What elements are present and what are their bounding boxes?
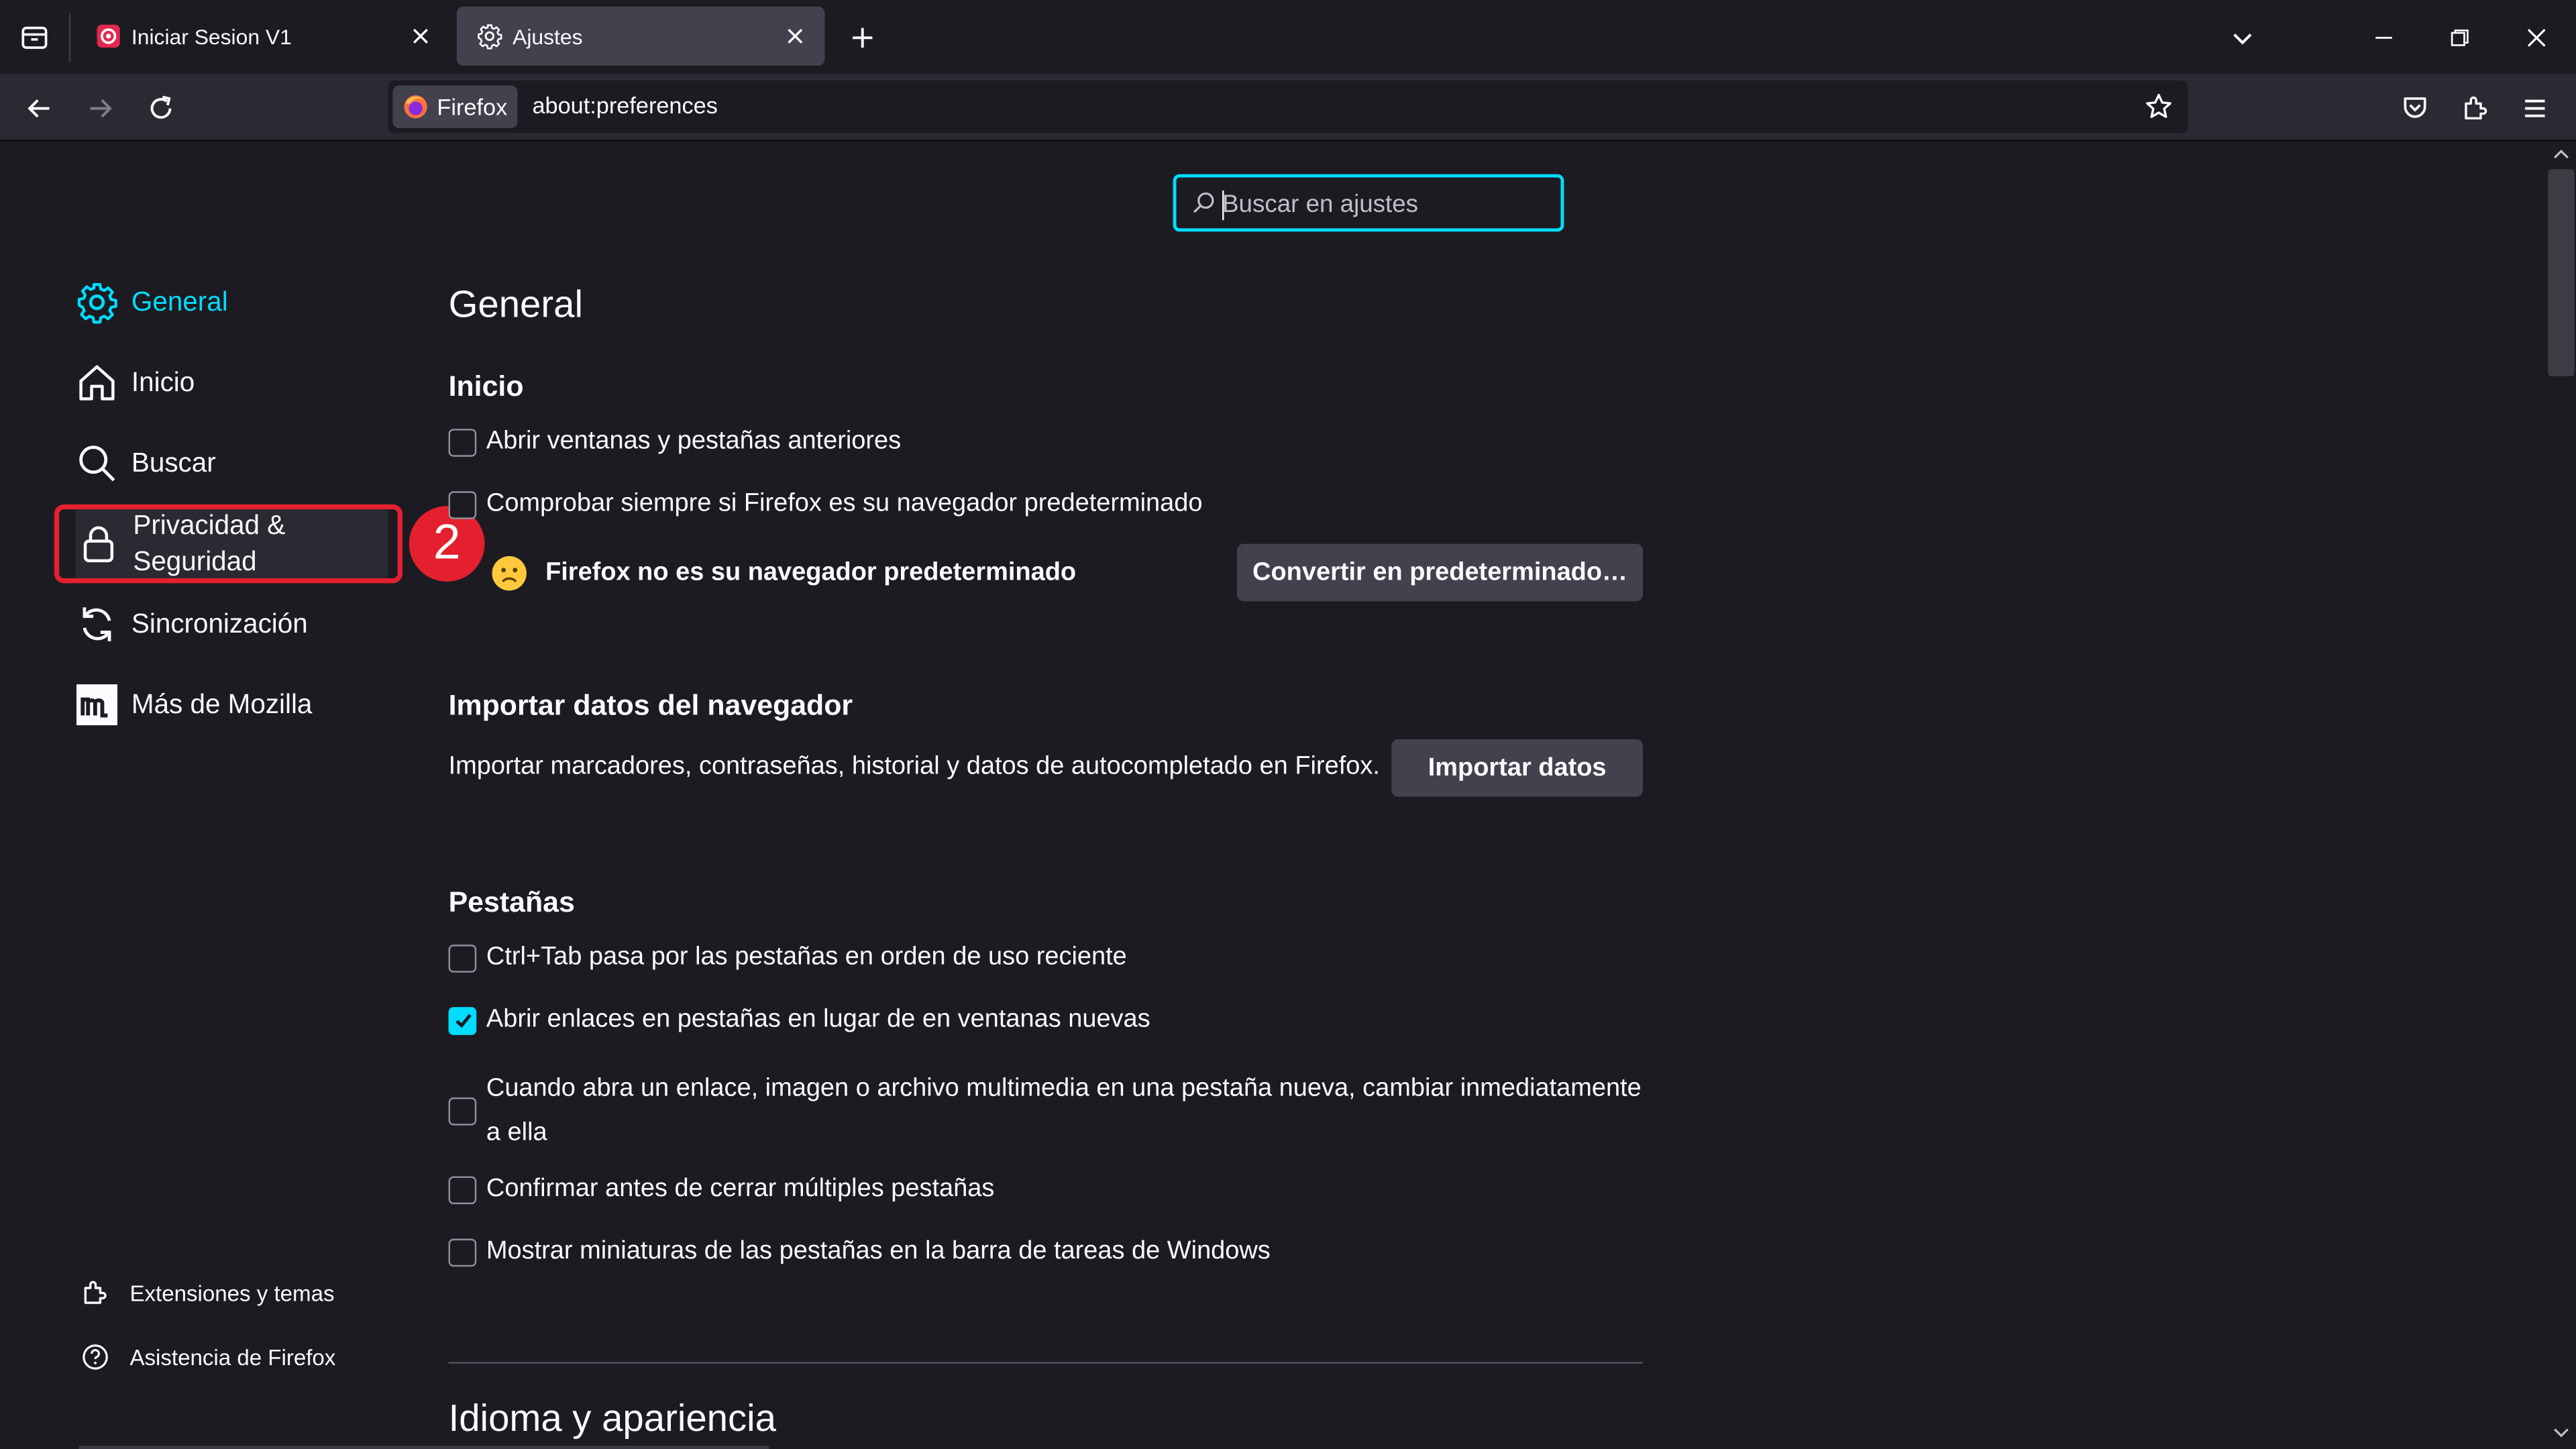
pocket-icon[interactable] <box>2390 84 2439 133</box>
option-label: Abrir ventanas y pestañas anteriores <box>486 427 902 455</box>
close-tab-icon[interactable] <box>782 23 808 49</box>
restore-session-checkbox[interactable] <box>448 427 477 456</box>
close-tab-icon[interactable] <box>407 23 433 49</box>
not-default-notice: Firefox no es su navegador predeterminad… <box>490 553 1076 593</box>
gear-icon <box>76 281 119 324</box>
firefox-logo-icon <box>404 95 427 119</box>
browser-window: Iniciar Sesion V1 Ajustes Firefox about:… <box>0 0 2576 1449</box>
site-favicon-icon <box>95 23 121 49</box>
search-input[interactable] <box>1222 187 1551 221</box>
bookmark-star-icon[interactable] <box>2139 87 2179 127</box>
import-data-button[interactable]: Importar datos <box>1391 739 1643 797</box>
check-default-option[interactable]: Comprobar siempre si Firefox es su naveg… <box>448 489 1203 519</box>
search-icon <box>76 442 119 485</box>
gear-icon <box>476 23 502 50</box>
identity-label: Firefox <box>437 93 508 120</box>
tab-label: Iniciar Sesion V1 <box>131 23 292 49</box>
list-all-tabs-chevron-down-icon[interactable] <box>2221 16 2264 59</box>
scroll-down-arrow-icon[interactable] <box>2553 1426 2569 1440</box>
page-title: General <box>448 282 583 325</box>
tab-ajustes[interactable]: Ajustes <box>456 6 825 66</box>
open-links-in-tabs-option[interactable]: Abrir enlaces en pestañas en lugar de en… <box>448 1005 1150 1035</box>
section-heading-tabs: Pestañas <box>448 885 575 918</box>
firefox-support-link[interactable]: Asistencia de Firefox <box>79 1337 336 1377</box>
switch-to-new-tab-checkbox[interactable] <box>448 1096 477 1125</box>
scroll-up-arrow-icon[interactable] <box>2553 148 2569 161</box>
set-default-button[interactable]: Convertir en predeterminado… <box>1237 543 1643 602</box>
section-heading-import: Importar datos del navegador <box>448 688 853 722</box>
tab-strip: Iniciar Sesion V1 Ajustes <box>0 0 2576 74</box>
checkmark-icon <box>454 1014 471 1028</box>
hamburger-menu-icon[interactable] <box>2510 84 2559 133</box>
footer-link-label: Asistencia de Firefox <box>129 1344 336 1370</box>
category-label: Más de Mozilla <box>131 689 313 719</box>
section-heading-language: Idioma y apariencia <box>448 1396 777 1440</box>
minimize-window-icon[interactable] <box>2363 16 2406 59</box>
reload-icon[interactable] <box>136 84 185 133</box>
annotation-highlight-box <box>54 504 403 584</box>
text-caret <box>1222 191 1224 221</box>
category-label: General <box>131 286 228 317</box>
check-default-checkbox[interactable] <box>448 490 477 519</box>
tab-separator <box>68 13 71 63</box>
sidebar-bottom-border <box>78 1446 769 1449</box>
confirm-close-tabs-checkbox[interactable] <box>448 1175 477 1203</box>
sad-face-icon <box>490 553 529 593</box>
option-label: Ctrl+Tab pasa por las pestañas en orden … <box>486 943 1127 971</box>
tab-label: Ajustes <box>513 23 583 49</box>
switch-to-new-tab-option[interactable]: Cuando abra un enlace, imagen o archivo … <box>448 1066 1643 1155</box>
option-label: Abrir enlaces en pestañas en lugar de en… <box>486 1005 1150 1034</box>
scrollbar-thumb[interactable] <box>2548 169 2575 376</box>
identity-box[interactable]: Firefox <box>392 85 518 129</box>
mozilla-logo-icon <box>76 684 119 727</box>
category-inicio[interactable]: Inicio <box>76 354 195 413</box>
ctrl-tab-checkbox[interactable] <box>448 943 477 972</box>
category-sincronizacion[interactable]: Sincronización <box>76 595 308 654</box>
extensions-themes-link[interactable]: Extensiones y temas <box>79 1273 335 1313</box>
category-label: Buscar <box>131 447 216 478</box>
category-mas-de-mozilla[interactable]: Más de Mozilla <box>76 676 313 735</box>
help-question-icon <box>79 1340 112 1373</box>
search-icon <box>1193 192 1214 213</box>
section-divider <box>448 1362 1644 1364</box>
close-window-icon[interactable] <box>2515 16 2558 59</box>
home-icon <box>76 362 119 405</box>
restore-session-option[interactable]: Abrir ventanas y pestañas anteriores <box>448 427 902 457</box>
settings-search-box[interactable] <box>1173 174 1564 232</box>
extensions-puzzle-icon[interactable] <box>2451 84 2500 133</box>
category-general[interactable]: General <box>76 273 228 332</box>
category-label: Sincronización <box>131 608 308 639</box>
url-bar[interactable]: Firefox about:preferences <box>387 80 2189 133</box>
category-label: Inicio <box>131 367 195 397</box>
not-default-message: Firefox no es su navegador predeterminad… <box>545 558 1077 587</box>
sync-icon <box>76 603 119 646</box>
page-scrollbar[interactable] <box>2546 141 2576 1449</box>
import-description: Importar marcadores, contraseñas, histor… <box>448 752 1380 781</box>
navigation-toolbar: Firefox about:preferences <box>0 74 2576 142</box>
restore-window-icon[interactable] <box>2438 16 2481 59</box>
new-tab-button[interactable] <box>841 16 884 59</box>
category-buscar[interactable]: Buscar <box>76 434 216 493</box>
section-heading-inicio: Inicio <box>448 370 524 403</box>
extensions-puzzle-icon <box>79 1277 112 1309</box>
preferences-page: General Inicio Buscar Privacidad & Segur… <box>0 141 2576 1449</box>
forward-arrow-icon[interactable] <box>76 84 125 133</box>
tab-iniciar-sesion[interactable]: Iniciar Sesion V1 <box>76 7 450 66</box>
option-label: Mostrar miniaturas de las pestañas en la… <box>486 1237 1271 1265</box>
option-label: Confirmar antes de cerrar múltiples pest… <box>486 1175 995 1203</box>
confirm-close-tabs-option[interactable]: Confirmar antes de cerrar múltiples pest… <box>448 1175 995 1204</box>
url-text[interactable]: about:preferences <box>532 92 717 118</box>
firefox-view-button[interactable] <box>0 0 69 74</box>
option-label: Cuando abra un enlace, imagen o archivo … <box>486 1074 1642 1147</box>
taskbar-previews-checkbox[interactable] <box>448 1238 477 1266</box>
open-links-in-tabs-checkbox[interactable] <box>448 1006 477 1034</box>
footer-link-label: Extensiones y temas <box>129 1280 335 1305</box>
back-arrow-icon[interactable] <box>15 84 64 133</box>
taskbar-previews-option[interactable]: Mostrar miniaturas de las pestañas en la… <box>448 1237 1271 1267</box>
option-label: Comprobar siempre si Firefox es su naveg… <box>486 489 1203 518</box>
ctrl-tab-option[interactable]: Ctrl+Tab pasa por las pestañas en orden … <box>448 943 1127 973</box>
